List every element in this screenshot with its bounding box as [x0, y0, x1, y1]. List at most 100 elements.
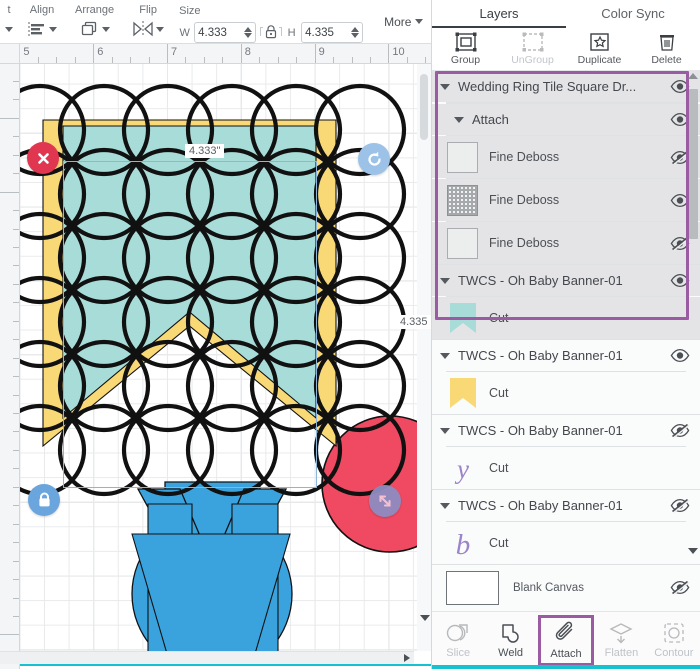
- align-chevron-down-icon[interactable]: [49, 26, 57, 32]
- thumbnail-empty-square: [446, 227, 479, 259]
- canvas-vscroll-thumb[interactable]: [420, 74, 428, 140]
- lock-aspect-ratio-toggle[interactable]: [260, 23, 283, 42]
- chevron-down-icon[interactable]: [440, 83, 450, 90]
- chevron-down-icon[interactable]: [440, 352, 450, 359]
- layers-list-container[interactable]: Wedding Ring Tile Square Dr... Attach Fine…: [432, 71, 700, 611]
- layer-child-row[interactable]: y Cut: [432, 447, 700, 489]
- ruler-vtick: [13, 542, 19, 544]
- layer-group-row[interactable]: Wedding Ring Tile Square Dr...: [432, 71, 700, 102]
- eye-hidden-icon[interactable]: [670, 498, 690, 513]
- chevron-down-icon[interactable]: [5, 26, 13, 32]
- weld-button[interactable]: Weld: [485, 615, 535, 666]
- delete-handle[interactable]: [27, 142, 59, 174]
- tab-color-sync[interactable]: Color Sync: [566, 0, 700, 28]
- align-group[interactable]: Align: [18, 0, 66, 43]
- layer-group-row[interactable]: Attach: [432, 104, 700, 135]
- slice-button[interactable]: Slice: [433, 615, 483, 666]
- layer-group-row[interactable]: TWCS - Oh Baby Banner-01: [432, 415, 700, 446]
- canvas-vertical-scrollbar[interactable]: [417, 64, 431, 651]
- flip-group[interactable]: Flip: [123, 0, 173, 43]
- width-input[interactable]: [198, 26, 243, 39]
- width-step-down-icon[interactable]: [244, 33, 253, 38]
- toolbar-clipped-group[interactable]: t: [0, 0, 18, 43]
- flip-chevron-down-icon[interactable]: [156, 26, 165, 32]
- more-chevron-down-icon[interactable]: [415, 19, 424, 24]
- tab-layers[interactable]: Layers: [432, 0, 566, 28]
- more-button[interactable]: More: [384, 15, 424, 29]
- flatten-button[interactable]: Flatten: [596, 615, 646, 666]
- arrange-group[interactable]: Arrange: [66, 0, 123, 43]
- canvas-scroll-down-icon[interactable]: [420, 615, 430, 621]
- panel-vertical-scrollbar[interactable]: [688, 73, 699, 611]
- duplicate-button[interactable]: Duplicate: [566, 28, 633, 70]
- flip-icon[interactable]: [132, 21, 154, 37]
- ungroup-button[interactable]: UnGroup: [499, 28, 566, 70]
- ruler-major-tick: [388, 44, 390, 63]
- layer-group-row[interactable]: TWCS - Oh Baby Banner-01: [432, 340, 700, 371]
- chevron-down-icon[interactable]: [440, 427, 450, 434]
- align-icon[interactable]: [27, 21, 47, 37]
- ruler-vtick: [13, 579, 19, 581]
- more-group[interactable]: More: [375, 0, 432, 43]
- eye-hidden-icon[interactable]: [670, 150, 690, 165]
- resize-handle[interactable]: [369, 485, 401, 517]
- flatten-label: Flatten: [604, 647, 639, 659]
- blank-canvas-row[interactable]: Blank Canvas: [432, 564, 700, 610]
- layer-child-row[interactable]: Cut: [432, 297, 700, 339]
- ruler-vtick: [13, 468, 19, 470]
- height-input-box[interactable]: [301, 22, 364, 43]
- design-canvas-area[interactable]: 4.333" 4.335 5 6 7 8 9 10: [0, 44, 431, 669]
- eye-hidden-icon[interactable]: [670, 423, 690, 438]
- rotate-icon: [367, 151, 381, 166]
- ruler-minor-tick: [148, 57, 150, 63]
- canvas-horizontal-scrollbar[interactable]: [0, 651, 414, 664]
- eye-visible-icon[interactable]: [670, 348, 690, 363]
- layer-child-label: Fine Deboss: [489, 236, 560, 250]
- ruler-minor-tick: [406, 57, 408, 63]
- chevron-down-icon[interactable]: [440, 277, 450, 284]
- ruler-minor-tick: [111, 57, 113, 63]
- arrange-chevron-down-icon[interactable]: [101, 26, 110, 32]
- ruler-vtick: [13, 449, 19, 451]
- height-step-up-icon[interactable]: [351, 27, 360, 32]
- width-stepper[interactable]: [244, 27, 253, 38]
- layer-child-row[interactable]: b Cut: [432, 522, 700, 564]
- width-step-up-icon[interactable]: [244, 27, 253, 32]
- eye-visible-icon[interactable]: [670, 79, 690, 94]
- panel-vscroll-thumb[interactable]: [689, 89, 698, 239]
- eye-hidden-icon[interactable]: [670, 236, 690, 251]
- layer-group-row[interactable]: TWCS - Oh Baby Banner-01: [432, 490, 700, 521]
- selection-bounding-box[interactable]: [63, 161, 317, 488]
- chevron-down-icon[interactable]: [454, 116, 464, 123]
- rotate-handle[interactable]: [358, 143, 390, 175]
- arrange-icon[interactable]: [80, 21, 100, 38]
- ungroup-label: UnGroup: [511, 54, 554, 66]
- group-button[interactable]: Group: [432, 28, 499, 70]
- height-step-down-icon[interactable]: [351, 33, 360, 38]
- width-input-box[interactable]: [194, 22, 257, 43]
- layer-child-row[interactable]: Fine Deboss: [432, 136, 700, 178]
- contour-button[interactable]: Contour: [649, 615, 699, 666]
- height-stepper[interactable]: [351, 27, 360, 38]
- trash-icon: [657, 32, 677, 52]
- eye-visible-icon[interactable]: [670, 273, 690, 288]
- layer-child-row[interactable]: Fine Deboss: [432, 222, 700, 264]
- lock-closed-icon[interactable]: [263, 23, 280, 39]
- panel-scroll-down-icon[interactable]: [688, 548, 698, 554]
- panel-scroll-up-icon[interactable]: [688, 73, 698, 79]
- chevron-down-icon[interactable]: [440, 502, 450, 509]
- eye-visible-icon[interactable]: [670, 193, 690, 208]
- layers-list[interactable]: Wedding Ring Tile Square Dr... Attach Fine…: [432, 71, 700, 610]
- layer-child-row[interactable]: Fine Deboss: [432, 179, 700, 221]
- eye-hidden-icon[interactable]: [670, 580, 690, 595]
- height-input[interactable]: [305, 26, 350, 39]
- lock-handle[interactable]: [28, 484, 60, 516]
- attach-button[interactable]: Attach: [537, 615, 595, 666]
- layer-child-label: Cut: [489, 386, 509, 400]
- layer-group-row[interactable]: TWCS - Oh Baby Banner-01: [432, 265, 700, 296]
- eye-visible-icon[interactable]: [670, 112, 690, 127]
- delete-button[interactable]: Delete: [633, 28, 700, 70]
- layer-child-row[interactable]: Cut: [432, 372, 700, 414]
- layer-group-name: Attach: [472, 112, 509, 127]
- weld-label: Weld: [498, 647, 524, 659]
